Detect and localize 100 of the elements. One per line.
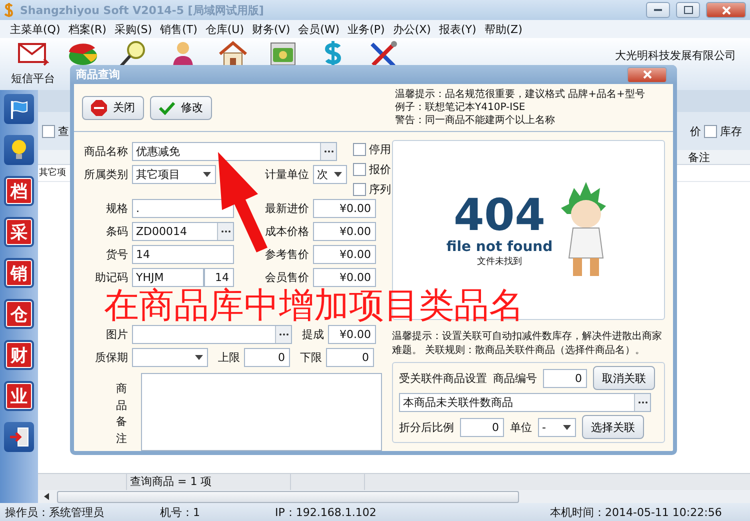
- hint-text: 温馨提示：设置关联可自动扣减件数库存，解决件进散出商家难题。 关联规则：散商品关联件商品（选择件商品名）。: [392, 330, 663, 358]
- input-field[interactable]: .: [132, 198, 234, 218]
- input-field[interactable]: 14: [132, 244, 234, 264]
- picture-field[interactable]: [132, 324, 292, 344]
- checkbox[interactable]: 报价: [353, 162, 391, 177]
- edit-button[interactable]: 修改: [150, 96, 212, 120]
- menu-item[interactable]: 业务(P): [344, 22, 389, 36]
- menu-item[interactable]: 办公(X): [388, 22, 435, 36]
- unit-dropdown[interactable]: -: [538, 418, 576, 436]
- input-field[interactable]: 14: [204, 268, 234, 286]
- menu-item[interactable]: 帮助(Z): [480, 22, 526, 36]
- linked-product-field[interactable]: 本商品未关联件数商品: [399, 393, 651, 412]
- menu-item[interactable]: 销售(T): [156, 22, 202, 36]
- caret-icon: [334, 172, 342, 176]
- field-label: 质保期: [94, 350, 129, 364]
- field-label: 条码: [105, 224, 129, 238]
- field-label: 规格: [105, 200, 129, 216]
- minimize-button[interactable]: [646, 2, 670, 18]
- stop-sign-icon: [91, 100, 107, 116]
- input-field[interactable]: 0: [460, 418, 504, 436]
- browse-button[interactable]: [275, 326, 291, 342]
- module-button[interactable]: 销: [4, 258, 34, 288]
- input-field[interactable]: ZD00014: [132, 222, 234, 240]
- dollar-logo-icon: [4, 3, 14, 17]
- field-label: 单位: [510, 420, 532, 434]
- group-label: 受关联件商品设置: [399, 370, 487, 386]
- error-code: 404: [454, 192, 546, 238]
- input-field[interactable]: YHJM: [132, 268, 204, 286]
- module-button[interactable]: 仓: [4, 299, 34, 329]
- company-name: 大光明科技发展有限公司: [615, 48, 736, 63]
- ellipsis-icon: [220, 230, 230, 232]
- input-field[interactable]: 0: [244, 348, 290, 366]
- module-button[interactable]: 采: [4, 217, 34, 247]
- checkbox[interactable]: 查: [42, 124, 69, 138]
- exit-tile[interactable]: [4, 422, 34, 452]
- window-title: Shangzhiyou Soft V2014-5 [局域网试用版]: [20, 2, 265, 18]
- checkbox[interactable]: 库存: [704, 124, 742, 138]
- menu-item[interactable]: 会员(W): [294, 22, 344, 36]
- status-text: 机号：1: [159, 504, 201, 520]
- flag-tile[interactable]: [4, 94, 34, 124]
- maximize-button[interactable]: [676, 2, 700, 18]
- error-caption: file not found: [446, 238, 553, 254]
- menu-item[interactable]: 档案(R): [64, 22, 110, 36]
- envelope-icon[interactable]: [17, 40, 49, 68]
- notes-field[interactable]: [141, 373, 382, 451]
- caret-icon: [203, 172, 211, 176]
- cancel-link-button[interactable]: 取消关联: [593, 366, 655, 390]
- menu-item[interactable]: 财务(V): [248, 22, 294, 36]
- ellipsis-icon: [278, 332, 288, 336]
- status-text: 本机时间：2014-05-11 10:22:56: [549, 504, 723, 520]
- menu-item[interactable]: 采购(S): [110, 22, 156, 36]
- browse-button[interactable]: [217, 222, 233, 240]
- price-field[interactable]: ¥0.00: [313, 244, 376, 264]
- menu-item[interactable]: 仓库(U): [201, 22, 248, 36]
- menu-item[interactable]: 主菜单(Q): [6, 22, 64, 36]
- field-label: 提成: [301, 326, 325, 342]
- browse-button[interactable]: [320, 142, 336, 160]
- field-label: 下限: [299, 350, 323, 364]
- lightbulb-icon: [10, 139, 28, 161]
- module-button[interactable]: 财: [4, 340, 34, 370]
- field-label: 所属类别: [83, 166, 129, 182]
- lightbulb-tile[interactable]: [4, 135, 34, 165]
- category-dropdown[interactable]: 其它项目: [132, 164, 216, 184]
- select-link-button[interactable]: 选择关联: [582, 415, 644, 439]
- status-text: 操作员：系统管理员: [4, 504, 105, 520]
- ellipsis-icon: [638, 401, 648, 404]
- field-label: 会员售价: [264, 270, 310, 284]
- module-button[interactable]: 档: [4, 176, 34, 206]
- module-button[interactable]: 业: [4, 381, 34, 411]
- name-field[interactable]: 优惠减免: [132, 142, 337, 160]
- field-label: 折分后比例: [399, 420, 454, 434]
- price-field[interactable]: ¥0.00: [313, 198, 376, 218]
- tip-text: 温馨提示：品名规范很重要，建议格式 品牌+品名+型号: [395, 88, 646, 102]
- checkmark-icon: [159, 100, 175, 115]
- browse-button[interactable]: [634, 394, 650, 411]
- checkbox[interactable]: 序列: [353, 182, 391, 197]
- input-field[interactable]: 0: [543, 368, 587, 388]
- menu-item[interactable]: 报表(Y): [434, 22, 480, 36]
- filter-label: 价: [690, 124, 701, 138]
- unit-dropdown[interactable]: 次: [313, 164, 347, 184]
- maximize-icon: [684, 6, 692, 14]
- close-button[interactable]: [706, 2, 746, 18]
- left-arrow-icon[interactable]: [44, 493, 49, 500]
- minimize-icon: [654, 8, 662, 12]
- price-field[interactable]: ¥0.00: [313, 268, 376, 286]
- tip-text: 警告：同一商品不能建两个以上名称: [395, 114, 556, 128]
- price-field[interactable]: ¥0.00: [313, 222, 376, 240]
- status-text: IP：192.168.1.102: [274, 504, 378, 520]
- toolbar-label[interactable]: 短信平台: [11, 71, 55, 86]
- notes-label: 商品备注: [116, 381, 127, 446]
- close-button[interactable]: [627, 66, 667, 83]
- close-dialog-button[interactable]: 关闭: [82, 96, 144, 120]
- input-field[interactable]: 0: [326, 348, 374, 366]
- exit-door-icon: [8, 426, 30, 448]
- price-field[interactable]: ¥0.00: [328, 324, 376, 344]
- horizontal-scrollbar[interactable]: [38, 490, 750, 503]
- close-icon: [722, 6, 730, 14]
- field-label: 货号: [105, 246, 129, 262]
- field-label: 上限: [217, 350, 241, 364]
- field-label: 图片: [105, 326, 129, 342]
